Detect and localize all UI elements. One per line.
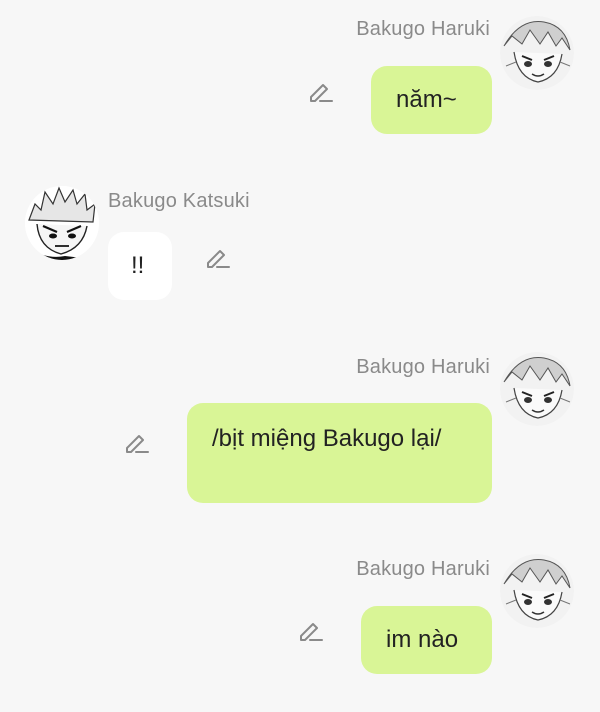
message-text: !! <box>131 252 145 279</box>
pencil-icon[interactable] <box>296 616 324 644</box>
message-text: năm~ <box>396 86 457 113</box>
message-row: Bakugo Haruki năm~ <box>0 0 600 150</box>
message-row: Bakugo Katsuki !! <box>0 180 600 310</box>
katsuki-avatar[interactable] <box>25 186 99 260</box>
pencil-icon[interactable] <box>122 428 150 456</box>
sender-name: Bakugo Haruki <box>356 18 490 40</box>
haruki-avatar[interactable] <box>500 554 574 628</box>
message-row: Bakugo Haruki im nào <box>0 540 600 712</box>
message-bubble[interactable]: !! <box>108 232 172 300</box>
message-bubble[interactable]: im nào <box>361 606 492 674</box>
haruki-avatar[interactable] <box>500 352 574 426</box>
sender-name: Bakugo Haruki <box>356 558 490 580</box>
message-bubble[interactable]: năm~ <box>371 66 492 134</box>
sender-name: Bakugo Haruki <box>356 356 490 378</box>
message-bubble[interactable]: /bịt miệng Bakugo lại/ <box>187 403 492 503</box>
sender-name: Bakugo Katsuki <box>108 190 250 212</box>
message-row: Bakugo Haruki /bịt miệng Bakugo lại/ <box>0 340 600 520</box>
pencil-icon[interactable] <box>306 77 334 105</box>
message-text: /bịt miệng Bakugo lại/ <box>212 425 442 452</box>
pencil-icon[interactable] <box>203 243 231 271</box>
message-text: im nào <box>386 626 459 653</box>
haruki-avatar[interactable] <box>500 16 574 90</box>
